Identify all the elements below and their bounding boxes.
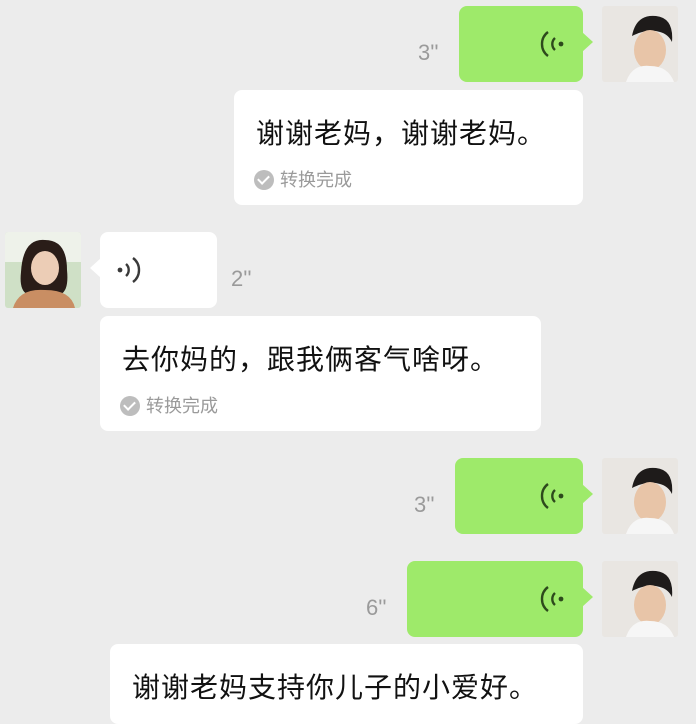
contact-avatar[interactable] [5, 232, 81, 308]
user-avatar[interactable] [602, 458, 678, 534]
transcript-status: 转换完成 [254, 166, 352, 192]
voice-duration: 6'' [366, 595, 387, 620]
voice-duration: 3'' [418, 40, 439, 65]
voice-duration: 2'' [231, 266, 252, 291]
voice-transcript-bubble[interactable]: 谢谢老妈支持你儿子的小爱好。 [110, 644, 583, 724]
voice-message-bubble[interactable] [90, 232, 217, 308]
check-circle-icon [254, 170, 274, 190]
voice-duration: 3'' [414, 492, 435, 517]
user-avatar[interactable] [602, 561, 678, 637]
voice-wave-icon [540, 586, 564, 612]
voice-message-bubble[interactable] [455, 458, 593, 534]
voice-wave-icon [117, 257, 141, 283]
voice-message-bubble[interactable] [459, 6, 593, 82]
user-avatar[interactable] [602, 6, 678, 82]
voice-transcript-bubble[interactable]: 去你妈的，跟我俩客气啥呀。 转换完成 [100, 316, 541, 431]
transcript-status: 转换完成 [120, 392, 218, 418]
voice-wave-icon [540, 483, 564, 509]
voice-wave-icon [540, 31, 564, 57]
voice-transcript-bubble[interactable]: 谢谢老妈，谢谢老妈。 转换完成 [234, 90, 583, 205]
transcript-text: 谢谢老妈支持你儿子的小爱好。 [132, 671, 539, 704]
voice-message-bubble[interactable] [407, 561, 593, 637]
check-circle-icon [120, 396, 140, 416]
transcript-text: 谢谢老妈，谢谢老妈。 [256, 117, 547, 150]
transcript-text: 去你妈的，跟我俩客气啥呀。 [122, 343, 500, 376]
